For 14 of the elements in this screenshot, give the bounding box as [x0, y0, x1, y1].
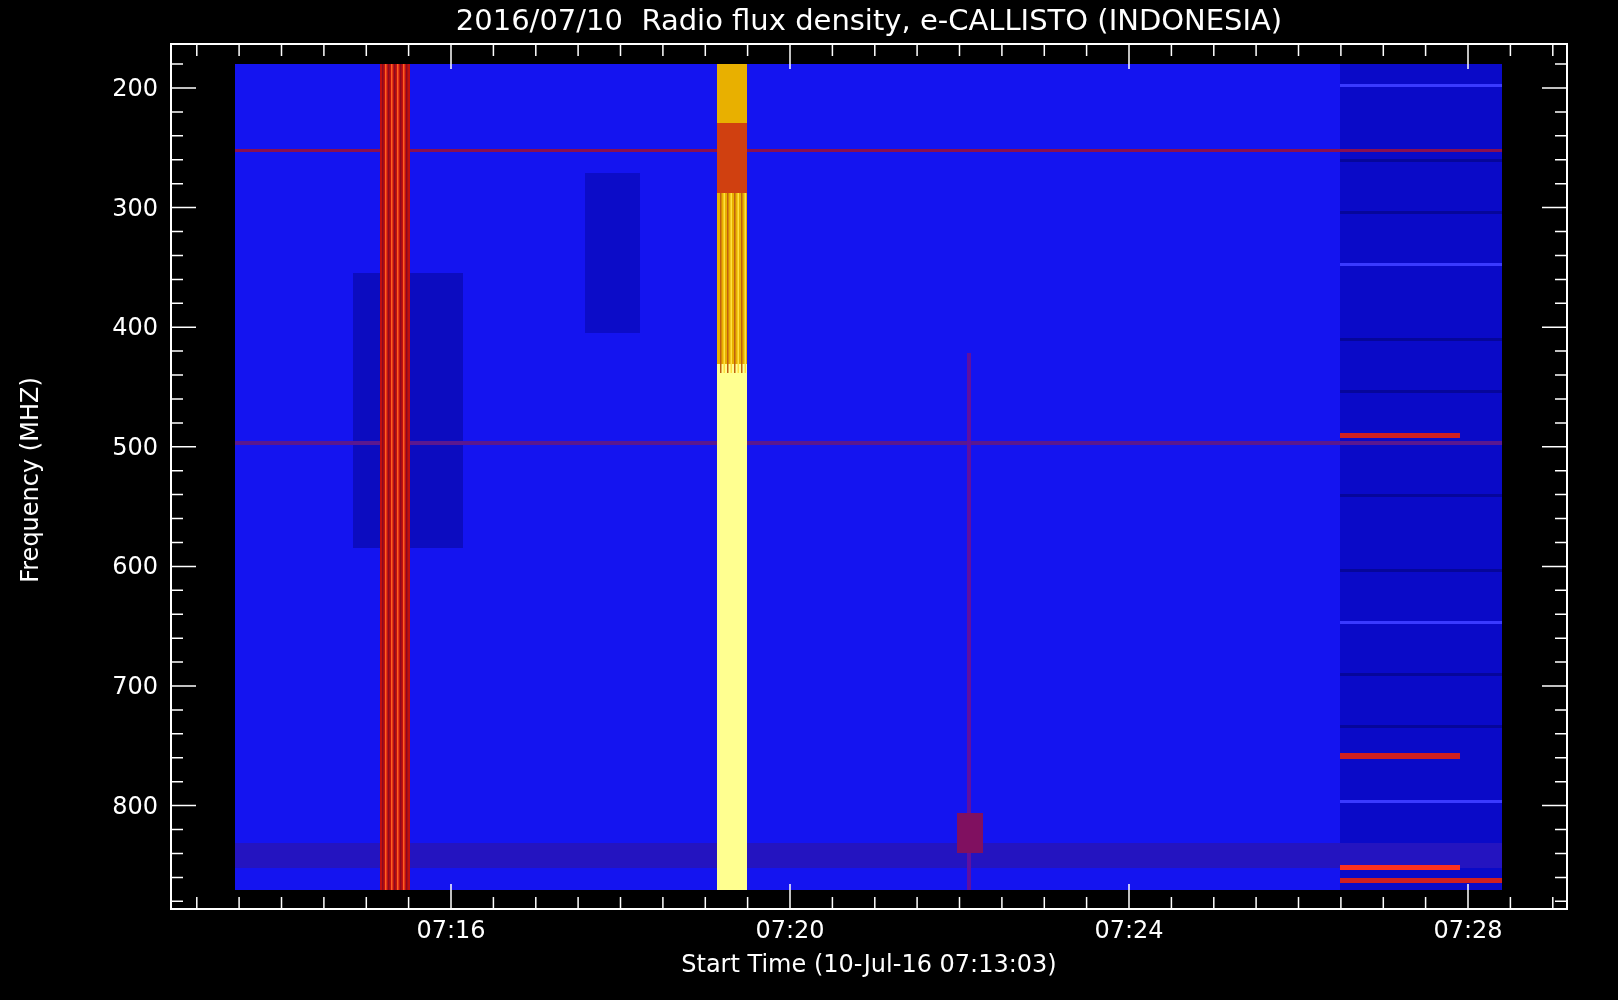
tick-label: 07:28 [1433, 916, 1503, 944]
axis-label: Frequency (MHZ) [16, 377, 44, 583]
axis-label: Start Time (10-Jul-16 07:13:03) [681, 950, 1057, 978]
tick-label: 200 [112, 74, 158, 102]
chart-title: 2016/07/10 Radio flux density, e-CALLISTO (INDONESIA) [454, 2, 1284, 39]
tick-label: 07:24 [1094, 916, 1164, 944]
tick-label: 07:16 [416, 916, 486, 944]
tick-label: 300 [112, 193, 158, 222]
tick-label: 700 [112, 672, 158, 700]
tick-label: 500 [112, 432, 158, 461]
tick-label: 400 [112, 313, 158, 342]
tick-label: 600 [112, 552, 158, 581]
tick-label: 800 [112, 791, 158, 820]
tick-label: 07:20 [755, 916, 825, 944]
